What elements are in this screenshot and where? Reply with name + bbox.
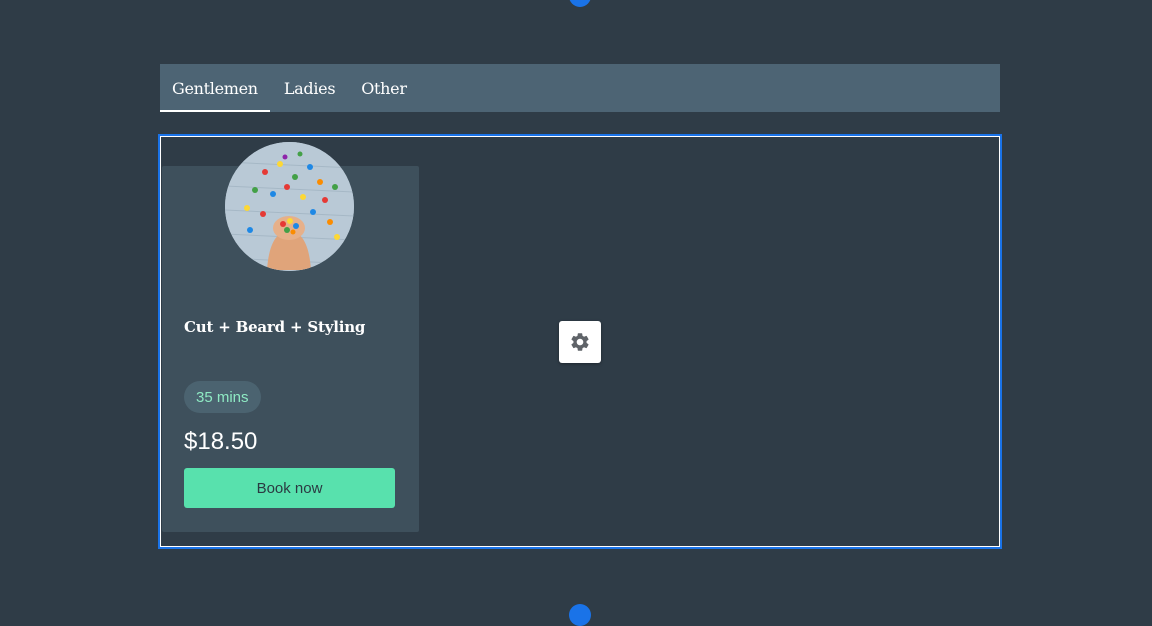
service-title: Cut + Beard + Styling — [184, 318, 366, 336]
candy-hands-photo-icon — [225, 142, 354, 271]
duration-badge: 35 mins — [184, 381, 261, 413]
duration-label: 35 mins — [196, 388, 249, 406]
category-tabs: Gentlemen Ladies Other — [160, 64, 1000, 112]
tab-ladies-label: Ladies — [283, 78, 336, 98]
tab-ladies[interactable]: Ladies — [270, 64, 347, 112]
tab-gentlemen[interactable]: Gentlemen — [160, 64, 270, 112]
book-now-button[interactable]: Book now — [184, 468, 395, 508]
tab-other[interactable]: Other — [347, 64, 418, 112]
resize-handle-top[interactable] — [569, 0, 591, 7]
tab-gentlemen-label: Gentlemen — [172, 78, 258, 98]
service-price: $18.50 — [184, 428, 258, 455]
book-now-label: Book now — [256, 479, 323, 497]
resize-handle-bottom[interactable] — [569, 604, 591, 626]
block-settings-button[interactable] — [559, 321, 601, 363]
gear-icon — [571, 333, 589, 351]
tab-other-label: Other — [361, 78, 407, 98]
service-image — [225, 142, 354, 271]
